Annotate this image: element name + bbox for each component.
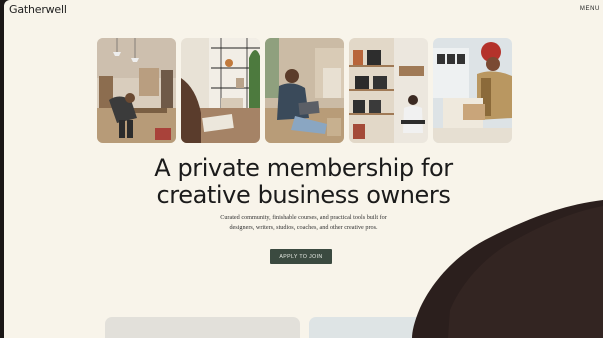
packing-boxes-image (433, 38, 512, 143)
subtext-line-2: designers, writers, studios, coaches, an… (229, 224, 378, 231)
headline-line-1: A private membership for (154, 154, 453, 182)
subtext-line-1: Curated community, finishable courses, a… (220, 214, 387, 221)
hero-headline: A private membership for creative busine… (4, 155, 603, 209)
feature-card (105, 317, 300, 338)
shop-shelves-image (349, 38, 428, 143)
hero-subtext: Curated community, finishable courses, a… (4, 213, 603, 233)
menu-button[interactable]: MENU (580, 6, 600, 12)
feature-card (309, 317, 449, 338)
desk-shelves-image (181, 38, 260, 143)
landing-page: Gatherwell MENU A private membership for… (4, 0, 603, 338)
headline-line-2: creative business owners (156, 181, 451, 209)
apply-to-join-button[interactable]: APPLY TO JOIN (270, 249, 332, 264)
studio-workspace-image (97, 38, 176, 143)
site-logo[interactable]: Gatherwell (9, 3, 67, 16)
laptop-on-floor-image (265, 38, 344, 143)
